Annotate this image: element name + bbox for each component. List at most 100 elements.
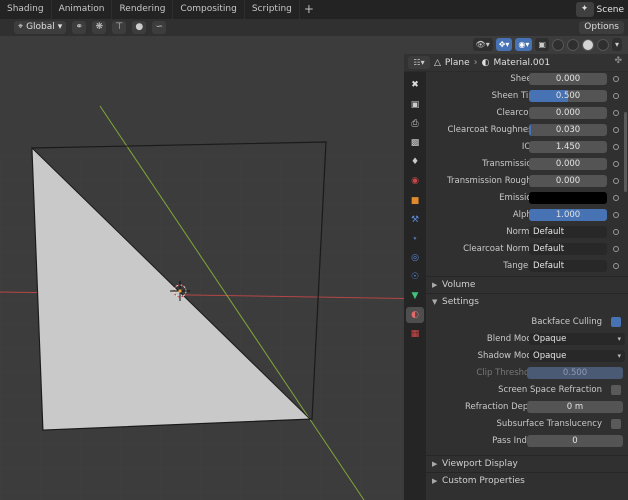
socket-dot-icon[interactable] xyxy=(613,263,619,269)
wireframe-shading-icon[interactable] xyxy=(551,38,564,51)
tab-animation[interactable]: Animation xyxy=(52,0,113,19)
property-label: Subsurface Translucency xyxy=(496,419,603,429)
scene-selector[interactable]: ✦ Scene xyxy=(575,0,628,19)
socket-dot-icon[interactable] xyxy=(613,93,619,99)
transmission-roughness-field[interactable]: 0.000 xyxy=(529,175,607,187)
snap-icon[interactable]: ❋ xyxy=(92,21,107,34)
socket-dot-icon[interactable] xyxy=(613,110,619,116)
shadow-mode-dropdown[interactable]: Opaque ▾ xyxy=(529,350,625,362)
clip-threshold-slider[interactable]: 0.500 xyxy=(527,367,623,379)
workspace-tabs-bar: Shading Animation Rendering Compositing … xyxy=(0,0,628,19)
chevron-right-icon: ▶ xyxy=(432,460,438,468)
tool-tab-icon[interactable]: ✖ xyxy=(406,77,424,93)
sheen-tint-slider[interactable]: 0.500 xyxy=(529,90,607,102)
orientation-icon: ⌖ xyxy=(18,22,24,32)
transform-orientation-dropdown[interactable]: ⌖ Global ▾ xyxy=(14,21,67,34)
output-tab-icon[interactable]: ⎙ xyxy=(406,116,424,132)
blend-mode-dropdown[interactable]: Opaque ▾ xyxy=(529,333,625,345)
modifier-tab-icon[interactable]: ⚒ xyxy=(406,212,424,228)
socket-dot-icon[interactable] xyxy=(613,76,619,82)
solid-shading-icon[interactable] xyxy=(566,38,579,51)
scene-tab-icon[interactable]: ♦ xyxy=(406,154,424,170)
tab-rendering[interactable]: Rendering xyxy=(112,0,174,19)
panel-volume[interactable]: ▶ Volume xyxy=(426,278,628,293)
socket-dot-icon[interactable] xyxy=(613,246,619,252)
property-row-ior: IOR 1.450 xyxy=(426,140,628,155)
clearcoat-roughness-slider[interactable]: 0.030 xyxy=(529,124,607,136)
material-tab-icon[interactable]: ◐ xyxy=(406,307,424,323)
property-row-screen-space-refraction: Screen Space Refraction xyxy=(426,383,628,398)
properties-header: ☷▾ △ Plane › ◐ Material.001 ✤ xyxy=(404,54,628,71)
snap-target-icon[interactable]: ⊤ xyxy=(112,21,127,34)
pass-index-field[interactable]: 0 xyxy=(527,435,623,447)
panel-custom-properties[interactable]: ▶ Custom Properties xyxy=(426,474,628,489)
falloff-icon[interactable]: ∽ xyxy=(152,21,167,34)
editor-type-icon[interactable]: ☷▾ xyxy=(408,56,430,69)
world-tab-icon[interactable]: ◉ xyxy=(406,173,424,189)
particles-tab-icon[interactable]: ⋆ xyxy=(406,231,424,247)
view-layer-tab-icon[interactable]: ▩ xyxy=(406,135,424,151)
clearcoat-normal-input[interactable]: Default xyxy=(529,243,607,255)
properties-editor: ☷▾ △ Plane › ◐ Material.001 ✤ ✖ ▣ ⎙ ▩ ♦ … xyxy=(404,54,628,500)
socket-dot-icon[interactable] xyxy=(613,144,619,150)
ior-field[interactable]: 1.450 xyxy=(529,141,607,153)
options-dropdown[interactable]: Options xyxy=(579,21,624,34)
backface-culling-checkbox[interactable] xyxy=(611,317,621,327)
gizmo-icon[interactable]: ✥▾ xyxy=(495,38,513,51)
panel-settings[interactable]: ▼ Settings xyxy=(426,295,628,310)
refraction-depth-field[interactable]: 0 m xyxy=(527,401,623,413)
tab-compositing[interactable]: Compositing xyxy=(173,0,245,19)
shading-options-icon[interactable]: ▾ xyxy=(611,38,622,51)
socket-dot-icon[interactable] xyxy=(613,229,619,235)
socket-dot-icon[interactable] xyxy=(613,212,619,218)
sheen-field[interactable]: 0.000 xyxy=(529,73,607,85)
chevron-down-icon: ▾ xyxy=(617,352,621,360)
render-tab-icon[interactable]: ▣ xyxy=(406,97,424,113)
transmission-field[interactable]: 0.000 xyxy=(529,158,607,170)
screen-space-refraction-checkbox[interactable] xyxy=(611,385,621,395)
divider xyxy=(426,455,628,456)
data-tab-icon[interactable]: ▼ xyxy=(406,288,424,304)
chevron-down-icon: ▾ xyxy=(617,335,621,343)
proportional-editing-icon[interactable]: ● xyxy=(132,21,147,34)
orientation-label: Global xyxy=(26,22,55,32)
property-row-transmission: Transmission 0.000 xyxy=(426,157,628,172)
property-row-refraction-depth: Refraction Depth 0 m xyxy=(426,400,628,415)
physics-tab-icon[interactable]: ◎ xyxy=(406,250,424,266)
breadcrumb-material: Material.001 xyxy=(493,57,551,68)
socket-dot-icon[interactable] xyxy=(613,127,619,133)
texture-tab-icon[interactable]: ▦ xyxy=(406,326,424,342)
tangent-input[interactable]: Default xyxy=(529,260,607,272)
emission-color-swatch[interactable] xyxy=(529,192,607,204)
socket-dot-icon[interactable] xyxy=(613,161,619,167)
clearcoat-field[interactable]: 0.000 xyxy=(529,107,607,119)
tab-shading[interactable]: Shading xyxy=(0,0,52,19)
object-tab-icon[interactable]: ■ xyxy=(406,193,424,209)
constraints-tab-icon[interactable]: ☉ xyxy=(406,269,424,285)
property-row-blend-mode: Blend Mode Opaque ▾ xyxy=(426,332,628,347)
tab-scripting[interactable]: Scripting xyxy=(245,0,300,19)
normal-input[interactable]: Default xyxy=(529,226,607,238)
material-preview-icon[interactable] xyxy=(581,38,594,51)
socket-dot-icon[interactable] xyxy=(613,195,619,201)
property-row-transmission-roughness: Transmission Rough.. 0.000 xyxy=(426,174,628,189)
property-row-subsurface-translucency: Subsurface Translucency xyxy=(426,417,628,432)
socket-dot-icon[interactable] xyxy=(613,178,619,184)
panel-title: Custom Properties xyxy=(442,476,525,486)
pin-icon[interactable]: ✤ xyxy=(614,56,622,66)
chevron-down-icon: ▾ xyxy=(57,22,63,32)
chevron-right-icon: ▶ xyxy=(432,477,438,485)
xray-icon[interactable]: ▣ xyxy=(535,38,549,51)
panel-viewport-display[interactable]: ▶ Viewport Display xyxy=(426,457,628,472)
visibility-icon[interactable]: 👁▾ xyxy=(472,38,493,51)
property-row-normal: Normal Default xyxy=(426,225,628,240)
overlays-icon[interactable]: ◉▾ xyxy=(515,38,533,51)
scene-label: Scene xyxy=(596,4,624,15)
alpha-slider[interactable]: 1.000 xyxy=(529,209,607,221)
property-row-tangent: Tangent Default xyxy=(426,259,628,274)
property-row-clearcoat: Clearcoat 0.000 xyxy=(426,106,628,121)
pivot-icon[interactable]: ⚭ xyxy=(72,21,87,34)
subsurface-translucency-checkbox[interactable] xyxy=(611,419,621,429)
rendered-shading-icon[interactable] xyxy=(596,38,609,51)
add-workspace-button[interactable]: + xyxy=(300,0,318,19)
